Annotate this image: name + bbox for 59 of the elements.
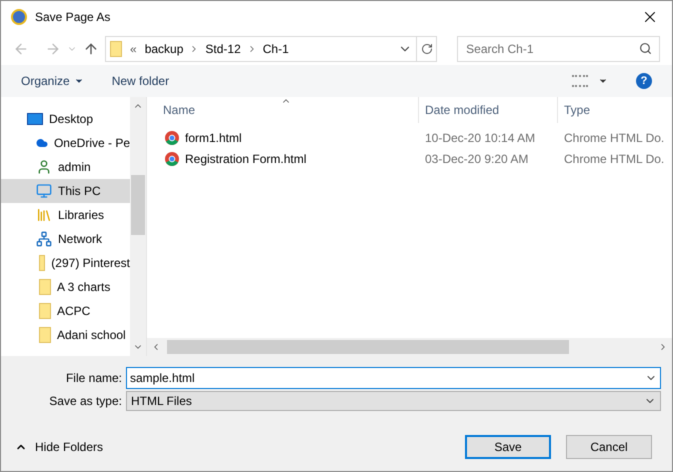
file-name[interactable]: form1.html (185, 128, 242, 146)
browser-icon (165, 130, 179, 144)
sidebar-item[interactable]: This PC (1, 179, 130, 203)
scroll-thumb[interactable] (167, 340, 569, 354)
browser-icon (165, 152, 179, 166)
type-cell-text: Chrome HTML Do. (563, 130, 664, 146)
type-cell-text: Chrome HTML Do. (563, 150, 664, 168)
sidebar-item[interactable]: (297) Pinterest (1, 251, 130, 275)
overflow-chevron[interactable]: « (130, 40, 137, 58)
breadcrumb[interactable]: Ch-1 (262, 40, 289, 58)
organize-button[interactable]: Organize (21, 72, 84, 90)
new-folder-button[interactable]: New folder (112, 72, 170, 90)
folder-icon (39, 255, 46, 271)
monitor-icon (36, 183, 52, 199)
library-icon (36, 207, 52, 223)
folder-icon (39, 303, 51, 319)
sidebar-item[interactable]: Adani school (1, 323, 130, 347)
up-button[interactable] (83, 41, 99, 57)
sidebar-item[interactable]: Network (1, 227, 130, 251)
date-cell-text: 10-Dec-20 10:14 AM (424, 130, 536, 146)
sidebar-item[interactable]: A 3 charts (1, 275, 130, 299)
dialog-button[interactable]: Cancel (566, 435, 652, 459)
desktop-icon (27, 113, 43, 125)
dialog-button[interactable]: Save (465, 435, 551, 459)
help-button[interactable]: ? (636, 73, 652, 89)
sidebar-item[interactable]: Libraries (1, 203, 130, 227)
column-header[interactable]: Name (147, 97, 419, 123)
view-options-button[interactable] (572, 75, 608, 87)
search-field[interactable]: Search Ch-1 (457, 36, 660, 62)
folder-icon (110, 41, 122, 57)
sidebar-item[interactable]: Desktop (1, 107, 130, 131)
search-icon (638, 42, 652, 55)
horizontal-scrollbar[interactable] (147, 338, 672, 356)
address-bar[interactable]: « backup Std-12 Ch-1 (105, 36, 438, 62)
globe-icon (11, 9, 27, 25)
file-name-field[interactable]: sample.html (126, 367, 661, 389)
hide-folders-button[interactable]: Hide Folders (15, 438, 104, 456)
sidebar-item[interactable]: ACPC (1, 299, 130, 323)
arrow-right-icon (45, 41, 61, 57)
file-name[interactable]: Registration Form.html (185, 150, 306, 168)
network-icon (36, 231, 52, 247)
list-view-icon (572, 75, 588, 87)
vertical-scrollbar[interactable] (130, 97, 146, 356)
date-cell-text: 03-Dec-20 9:20 AM (424, 150, 530, 168)
sidebar-item[interactable]: OneDrive - Pe (1, 131, 130, 155)
folder-icon (39, 327, 51, 343)
user-icon (36, 159, 52, 175)
scroll-thumb[interactable] (131, 175, 145, 235)
window-title: Save Page As (35, 9, 110, 26)
breadcrumb[interactable]: Std-12 (205, 40, 241, 58)
column-header[interactable]: Date modified (419, 97, 558, 123)
field-label: File name: (64, 370, 123, 387)
sidebar-item[interactable]: admin (1, 155, 130, 179)
breadcrumb[interactable]: backup (144, 40, 184, 58)
file-type-dropdown[interactable]: HTML Files (126, 391, 661, 411)
column-header[interactable]: Type (558, 97, 672, 123)
refresh-icon (420, 43, 433, 55)
field-label: Save as type: (48, 393, 123, 410)
folder-icon (39, 279, 51, 295)
